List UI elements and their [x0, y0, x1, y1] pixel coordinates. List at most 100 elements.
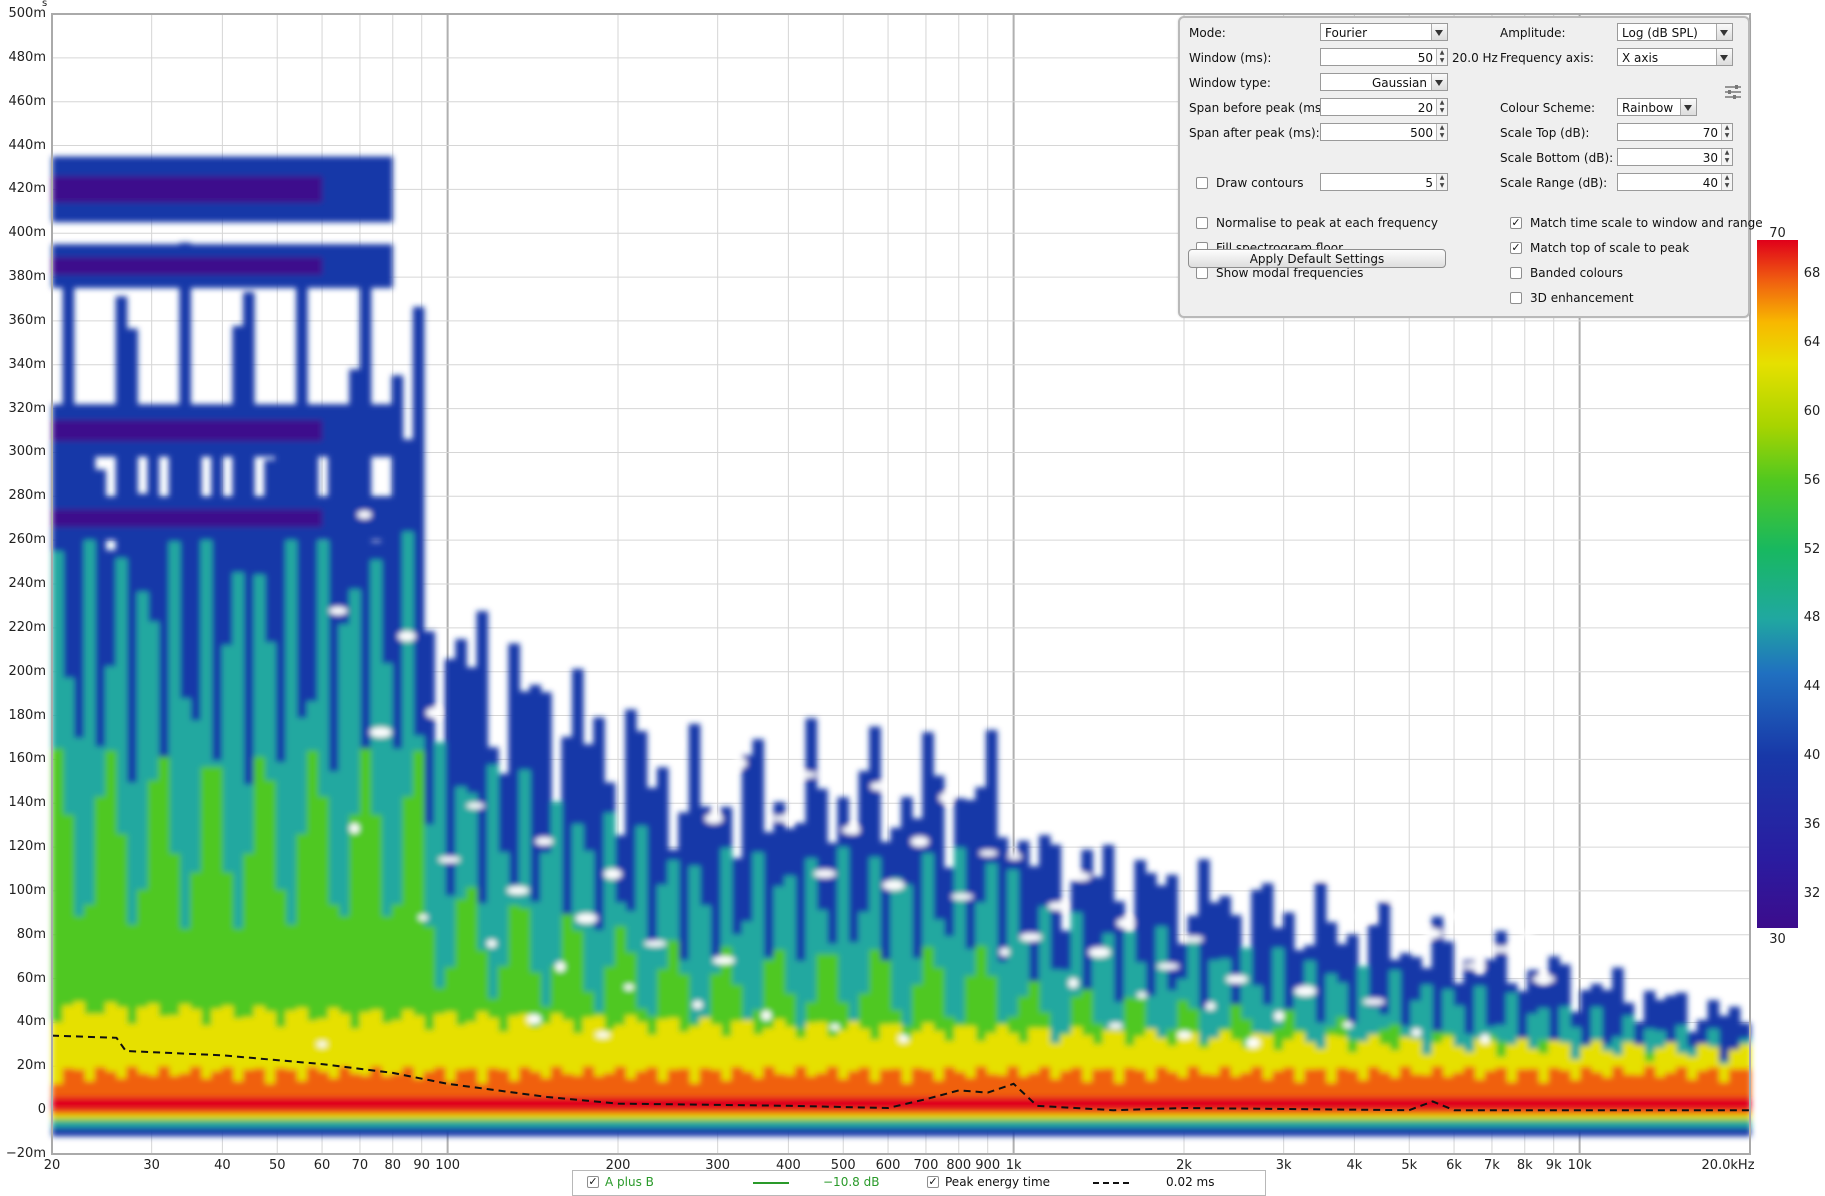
spectrogram-column — [1633, 1097, 1645, 1111]
normalise-checkbox[interactable] — [1196, 217, 1208, 229]
x-tick-label: 90 — [413, 1158, 430, 1173]
x-tick-label: 100 — [435, 1158, 461, 1173]
stepper-icon[interactable]: ▲ ▼ — [1721, 174, 1732, 190]
x-tick-label: 9k — [1545, 1158, 1562, 1173]
mode-select[interactable]: Fourier — [1320, 23, 1448, 41]
spectrogram-column — [784, 1097, 796, 1111]
chevron-down-icon[interactable] — [1716, 49, 1732, 65]
frequency-axis-select[interactable]: X axis — [1617, 48, 1733, 66]
spectrogram-hole — [1342, 1021, 1353, 1028]
colour-scheme-select[interactable]: Rainbow — [1617, 98, 1697, 116]
stepper-icon[interactable]: ▲ ▼ — [1721, 124, 1732, 140]
chevron-down-icon[interactable] — [1716, 24, 1732, 40]
spectrogram-column — [391, 1097, 404, 1111]
spectrogram-hole — [1520, 931, 1535, 938]
spectrogram-column — [83, 1097, 96, 1111]
window-type-select[interactable]: Gaussian — [1320, 73, 1448, 91]
y-tick-label: 0 — [37, 1102, 46, 1118]
spectrogram-hole — [603, 869, 622, 880]
y-tick-label: 480m — [8, 49, 46, 65]
spectrogram-column — [274, 1097, 287, 1111]
spectrogram-column — [465, 1097, 478, 1111]
spectrogram-hole — [1314, 874, 1329, 881]
apply-default-settings-button[interactable]: Apply Default Settings — [1188, 249, 1446, 268]
spectrogram-column — [94, 1097, 107, 1111]
spectrogram-hole — [801, 771, 816, 778]
spectrogram-hole — [1411, 1028, 1422, 1037]
window-freq-readout: 20.0 Hz — [1452, 51, 1498, 65]
stepper-icon[interactable]: ▲ ▼ — [1721, 149, 1732, 165]
stepper-icon[interactable]: ▲ ▼ — [1436, 99, 1447, 115]
trace-line-swatch — [753, 1182, 789, 1184]
chevron-down-icon[interactable] — [1431, 24, 1447, 40]
scale-range-label: Scale Range (dB): — [1500, 176, 1608, 190]
scale-range-input[interactable]: 40 ▲ ▼ — [1617, 173, 1733, 191]
spectrogram-column — [932, 1097, 945, 1111]
spectrogram-column — [1123, 1097, 1136, 1111]
spectrogram-column — [1686, 1097, 1698, 1111]
spectrogram-column — [136, 1097, 149, 1111]
banded-colours-checkbox[interactable] — [1510, 267, 1522, 279]
spectrogram-column — [996, 1097, 1009, 1111]
spectrogram-hole — [829, 1024, 840, 1031]
x-tick-label: 5k — [1401, 1158, 1418, 1173]
modal-frequencies-checkbox[interactable] — [1196, 267, 1208, 279]
match-top-checkbox[interactable]: ✓ — [1510, 242, 1522, 254]
spectrogram-column — [434, 1097, 446, 1111]
match-time-checkbox[interactable]: ✓ — [1510, 217, 1522, 229]
window-ms-input[interactable]: 50 ▲ ▼ — [1320, 48, 1448, 66]
spectrogram-hole — [555, 961, 566, 972]
peak-energy-checkbox[interactable]: ✓ — [927, 1176, 939, 1188]
spectrogram-hole — [1492, 946, 1511, 953]
y-tick-label: 20m — [16, 1058, 46, 1074]
spectrogram-hole — [575, 913, 598, 924]
spectrogram-hole — [1532, 975, 1555, 984]
spectrogram-hole — [535, 837, 554, 846]
stepper-icon[interactable]: ▲ ▼ — [1436, 49, 1447, 65]
spectrogram-column — [816, 1097, 828, 1111]
spectrogram-column — [1612, 1097, 1624, 1111]
spectrogram-hole — [1185, 936, 1204, 943]
trace-legend: ✓ A plus B −10.8 dB ✓ Peak energy time 0… — [572, 1170, 1266, 1196]
spectrogram-column — [826, 1097, 839, 1111]
spectrogram-column — [731, 1097, 743, 1111]
span-after-input[interactable]: 500 ▲ ▼ — [1320, 123, 1448, 141]
stepper-icon[interactable]: ▲ ▼ — [1436, 124, 1447, 140]
spectrogram-column — [1017, 1097, 1030, 1111]
draw-contours-checkbox[interactable] — [1196, 177, 1208, 189]
chevron-down-icon[interactable] — [1680, 99, 1696, 115]
x-tick-label: 50 — [268, 1158, 286, 1173]
scale-bottom-input[interactable]: 30 ▲ ▼ — [1617, 148, 1733, 166]
spectrogram-hole — [1048, 902, 1067, 911]
stepper-icon[interactable]: ▲ ▼ — [1436, 174, 1447, 190]
spectrogram-hole — [357, 510, 372, 519]
spectrogram-column — [338, 1097, 351, 1111]
spectrogram-hole — [979, 850, 998, 857]
spectrogram-hole — [704, 813, 723, 824]
spectrogram-column — [1622, 1097, 1635, 1111]
mode-label: Mode: — [1189, 26, 1226, 40]
peak-energy-value: 0.02 ms — [1166, 1175, 1215, 1189]
span-before-input[interactable]: 20 ▲ ▼ — [1320, 98, 1448, 116]
contours-input[interactable]: 5 ▲ ▼ — [1320, 173, 1448, 191]
scale-top-input[interactable]: 70 ▲ ▼ — [1617, 123, 1733, 141]
sliders-icon[interactable] — [1724, 84, 1742, 100]
amplitude-select[interactable]: Log (dB SPL) — [1617, 23, 1733, 41]
window-label: Window (ms): — [1189, 51, 1272, 65]
y-tick-label: 420m — [8, 181, 46, 197]
x-tick-label: 70 — [351, 1158, 369, 1173]
chevron-down-icon[interactable] — [1431, 74, 1447, 90]
spectrogram-column — [1558, 1097, 1571, 1111]
spectrogram-column — [1314, 1097, 1327, 1111]
x-tick-label: 60 — [313, 1158, 331, 1173]
spectrogram-column — [805, 1097, 818, 1111]
y-tick-label: 60m — [16, 970, 46, 986]
spectrogram-hole — [761, 1010, 772, 1021]
x-tick-label: 10k — [1567, 1158, 1592, 1173]
spectrogram-hole — [1116, 918, 1135, 929]
3d-enhancement-checkbox[interactable] — [1510, 292, 1522, 304]
trace-name: A plus B — [605, 1175, 654, 1189]
trace-checkbox[interactable]: ✓ — [587, 1176, 599, 1188]
normalise-label: Normalise to peak at each frequency — [1216, 216, 1438, 230]
spectrogram-column — [306, 1097, 319, 1111]
